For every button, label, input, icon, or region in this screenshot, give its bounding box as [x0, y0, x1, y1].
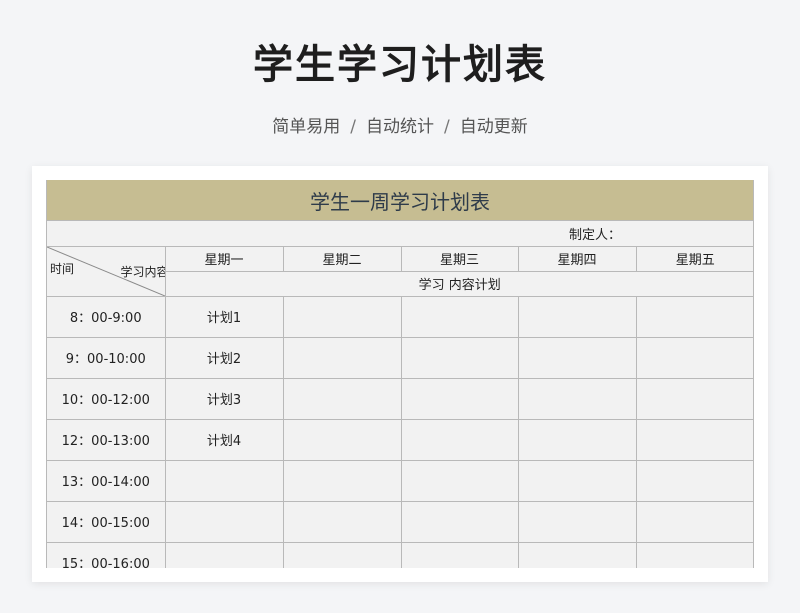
- day-header-thu[interactable]: 星期四: [517, 247, 637, 272]
- plan-cell[interactable]: [164, 500, 284, 543]
- plan-cell[interactable]: [635, 295, 753, 338]
- plan-cell[interactable]: [282, 500, 402, 543]
- plan-cell[interactable]: [400, 336, 519, 379]
- spreadsheet: 学生一周学习计划表 制定人： 学习内容 时间 星期一 星期二 星期三 星期四 星…: [46, 180, 754, 568]
- corner-cell[interactable]: 学习内容 时间: [47, 247, 166, 297]
- plan-cell[interactable]: [282, 295, 402, 338]
- plan-cell[interactable]: [517, 336, 637, 379]
- plan-cell[interactable]: 计划3: [164, 377, 284, 420]
- plan-cell[interactable]: [517, 541, 637, 568]
- corner-time-label: 时间: [50, 261, 75, 276]
- plan-cell[interactable]: [517, 295, 637, 338]
- plan-cell[interactable]: [282, 418, 402, 461]
- table-row: 10：00-12:00 计划3: [47, 377, 753, 420]
- subtitle-item-update: 自动更新: [459, 117, 528, 137]
- plan-cell[interactable]: [164, 459, 284, 502]
- table-row: 14：00-15:00: [47, 500, 753, 543]
- plan-cell[interactable]: [517, 418, 637, 461]
- plan-cell[interactable]: [400, 295, 519, 338]
- plan-cell[interactable]: [400, 418, 519, 461]
- preview-card: 学生一周学习计划表 制定人： 学习内容 时间 星期一 星期二 星期三 星期四 星…: [32, 166, 768, 582]
- plan-table: 学习内容 时间 星期一 星期二 星期三 星期四 星期五 学习 内容计划 8：00…: [47, 247, 753, 568]
- sheet-title[interactable]: 学生一周学习计划表: [47, 180, 753, 221]
- subtitle-separator: /: [444, 117, 450, 137]
- plan-cell[interactable]: [282, 541, 402, 568]
- table-row: 8：00-9:00 计划1: [47, 295, 753, 338]
- table-row: 12：00-13:00 计划4: [47, 418, 753, 461]
- plan-cell[interactable]: [400, 377, 519, 420]
- plan-cell[interactable]: [400, 459, 519, 502]
- day-header-wed[interactable]: 星期三: [400, 247, 519, 272]
- day-header-mon[interactable]: 星期一: [164, 247, 284, 272]
- time-cell[interactable]: 15：00-16:00: [47, 541, 166, 568]
- time-cell[interactable]: 14：00-15:00: [47, 500, 166, 543]
- subtitle-item-easy: 简单易用: [272, 117, 341, 137]
- maker-row[interactable]: 制定人：: [47, 221, 753, 247]
- plan-cell[interactable]: 计划2: [164, 336, 284, 379]
- time-cell[interactable]: 13：00-14:00: [47, 459, 166, 502]
- plan-cell[interactable]: [517, 500, 637, 543]
- time-cell[interactable]: 9：00-10:00: [47, 336, 166, 379]
- day-header-fri[interactable]: 星期五: [635, 247, 753, 272]
- plan-cell[interactable]: [282, 336, 402, 379]
- plan-cell[interactable]: [282, 377, 402, 420]
- plan-cell[interactable]: [635, 336, 753, 379]
- maker-label: 制定人：: [569, 228, 622, 243]
- plan-cell[interactable]: 计划1: [164, 295, 284, 338]
- plan-header[interactable]: 学习 内容计划: [165, 270, 753, 297]
- page-title: 学生学习计划表: [253, 42, 547, 88]
- plan-cell[interactable]: [635, 377, 753, 420]
- table-row: 13：00-14:00: [47, 459, 753, 502]
- subtitle-item-stats: 自动统计: [366, 117, 434, 137]
- plan-cell[interactable]: [635, 459, 753, 502]
- plan-cell[interactable]: [517, 377, 637, 420]
- time-cell[interactable]: 8：00-9:00: [47, 295, 166, 338]
- plan-cell[interactable]: [400, 500, 519, 543]
- corner-content-label: 学习内容: [120, 265, 165, 279]
- plan-cell[interactable]: [164, 541, 284, 568]
- table-row: 15：00-16:00: [47, 541, 753, 568]
- plan-cell[interactable]: [635, 418, 753, 461]
- day-header-row: 学习内容 时间 星期一 星期二 星期三 星期四 星期五: [47, 247, 753, 297]
- plan-cell[interactable]: [400, 541, 519, 568]
- plan-cell[interactable]: [517, 459, 637, 502]
- day-header-tue[interactable]: 星期二: [282, 247, 402, 272]
- plan-cell[interactable]: 计划4: [164, 418, 284, 461]
- page: 学生学习计划表 简单易用 / 自动统计 / 自动更新 学生一周学习计划表 制定人：: [0, 0, 800, 613]
- time-cell[interactable]: 10：00-12:00: [47, 377, 166, 420]
- plan-cell[interactable]: [635, 541, 753, 568]
- plan-cell[interactable]: [635, 500, 753, 543]
- subtitle: 简单易用 / 自动统计 / 自动更新: [0, 112, 800, 137]
- plan-cell[interactable]: [282, 459, 402, 502]
- subtitle-separator: /: [350, 117, 356, 137]
- time-cell[interactable]: 12：00-13:00: [47, 418, 166, 461]
- table-row: 9：00-10:00 计划2: [47, 336, 753, 379]
